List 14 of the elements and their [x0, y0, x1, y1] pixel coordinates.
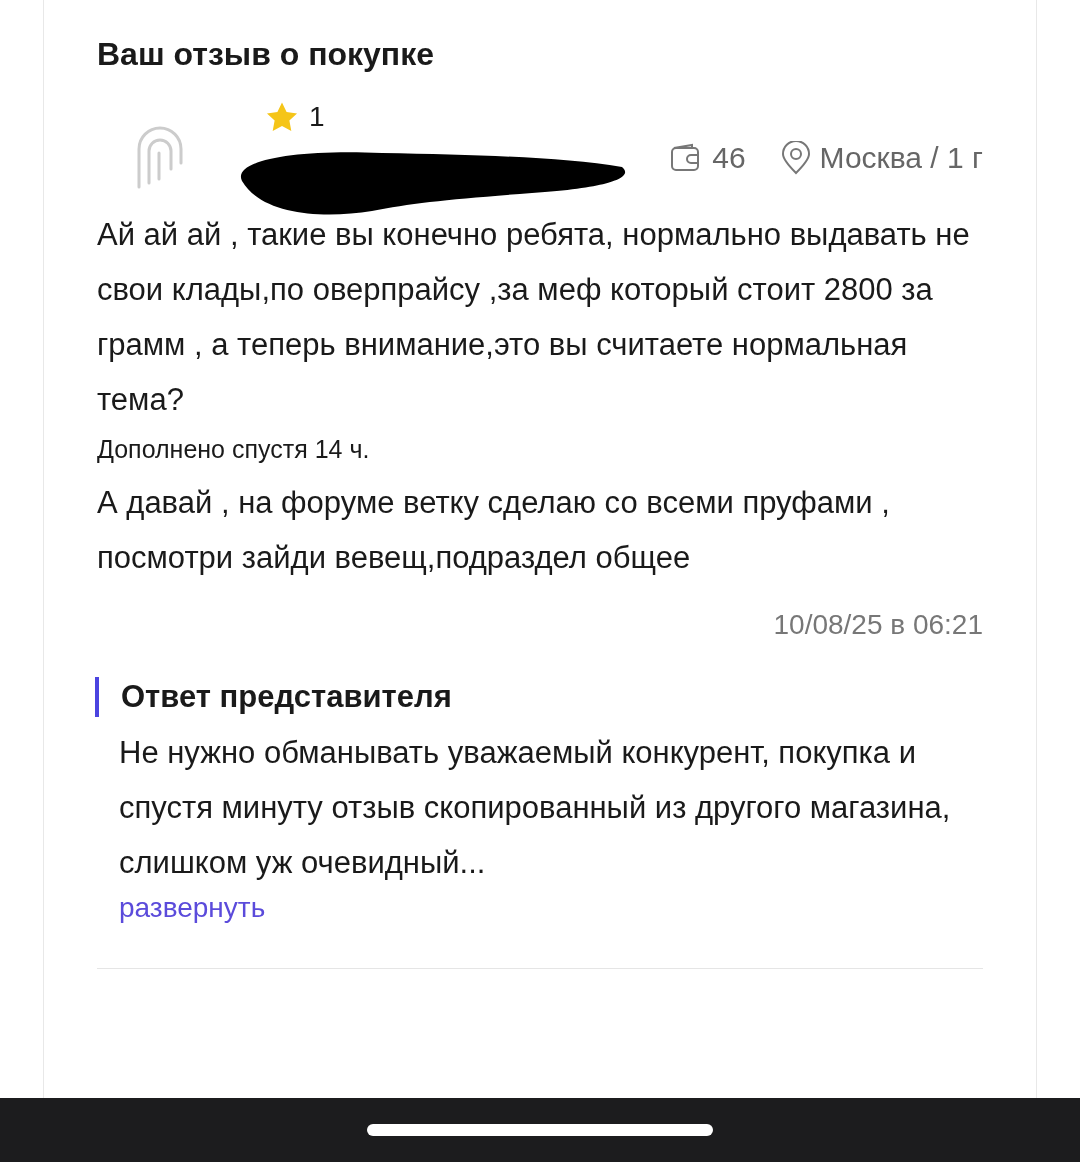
purchase-count: 46	[712, 141, 746, 175]
reply-text: Не нужно обманывать уважаемый конкурент, покупка и спустя минуту отзыв скопированный из другого магазина, слишком уж очевидный...	[119, 734, 952, 882]
rating-value: 1	[309, 101, 325, 133]
location-text: Москва / 1 г	[819, 141, 983, 175]
review-text: Ай ай ай , такие вы конечно ребята, нормально выдавать не свои клады,по оверпрайсу ,за меф который стоит 2800 за грамм , а теперь внимание,это вы считаете нормальная тема?	[97, 216, 971, 419]
review-date: 10/08/25 в 06:21	[772, 609, 983, 641]
expand-link[interactable]: развернуть	[119, 892, 266, 924]
section-title: Ваш отзыв о покупке	[97, 36, 435, 73]
location-pin-icon	[779, 141, 812, 175]
star-icon	[265, 101, 299, 133]
addendum-label: Дополнено спустя 14 ч.	[97, 434, 371, 465]
reply-title: Ответ представителя	[121, 678, 453, 716]
addendum-text: А давай , на форуме ветку сделаю со всеми пруфами , посмотри зайди вевещ,подраздел общее	[97, 484, 891, 577]
home-indicator[interactable]	[367, 1124, 713, 1136]
